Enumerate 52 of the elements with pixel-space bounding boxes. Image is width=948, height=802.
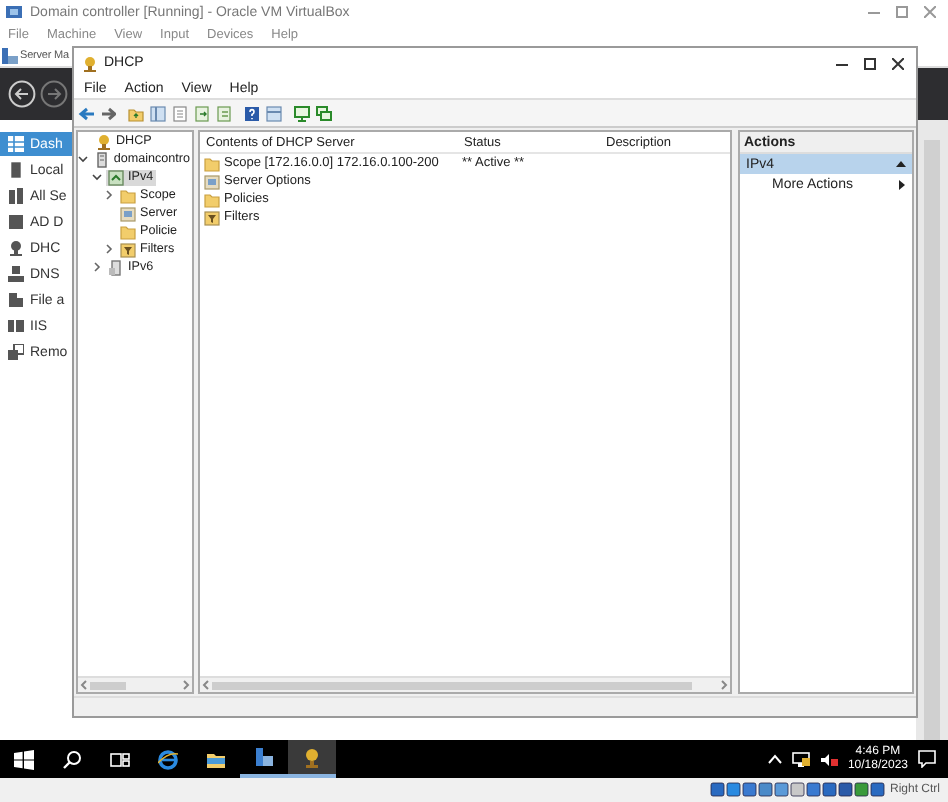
folder-icon [204,155,220,171]
device-icons-drawing[interactable] [709,782,886,798]
pane-icon[interactable] [150,105,166,121]
collapse-icon[interactable] [896,160,906,168]
maximize-icon[interactable] [864,57,876,69]
scrollbar[interactable] [200,676,730,692]
trophy-button[interactable] [288,740,336,778]
options-icon [204,173,220,189]
app-icon [2,48,18,65]
speaker-muted-icon[interactable] [819,751,838,767]
scrollbar[interactable] [78,676,192,692]
chevron-up-icon[interactable] [767,754,782,764]
expanded-chevron-icon[interactable] [78,154,89,164]
export-icon[interactable] [194,105,210,121]
grid-icon [8,136,24,152]
back-arrow-icon[interactable] [78,105,94,121]
scrollbar[interactable] [916,120,948,740]
trophy-icon [96,133,112,149]
collapsed-chevron-icon[interactable] [104,190,114,200]
scroll-right-icon[interactable] [720,680,728,690]
scroll-right-icon[interactable] [182,680,190,690]
filter-icon [204,209,220,225]
scroll-left-icon[interactable] [80,680,88,690]
servers-icon [8,188,24,204]
options-icon [120,205,136,221]
collapsed-chevron-icon[interactable] [104,244,114,254]
folder-up-icon[interactable] [128,105,144,121]
pane-icon[interactable] [266,105,282,121]
trophy-icon [8,240,24,256]
filter-icon [120,241,136,257]
submenu-arrow-icon[interactable] [898,179,906,189]
folder-icon [206,749,226,769]
app-icon [6,4,22,20]
trophy-icon [82,55,98,71]
browser-icon [158,749,178,769]
help-icon[interactable] [244,105,260,121]
close-icon[interactable] [892,57,904,69]
trophy-icon [302,747,322,767]
start-icon [14,749,34,769]
expanded-chevron-icon[interactable] [92,172,102,182]
server-manager-icon [254,747,274,767]
task-view-icon [110,749,130,769]
folder-icon [120,223,136,239]
scroll-left-icon[interactable] [202,680,210,690]
collapsed-chevron-icon[interactable] [92,262,102,272]
forward-arrow-icon[interactable] [100,105,116,121]
notification-icon[interactable] [918,750,936,768]
back-icon[interactable] [8,80,36,109]
monitor-icon[interactable] [294,105,310,121]
folder-icon [204,191,220,207]
monitors-icon[interactable] [316,105,332,121]
search-icon [62,749,82,769]
